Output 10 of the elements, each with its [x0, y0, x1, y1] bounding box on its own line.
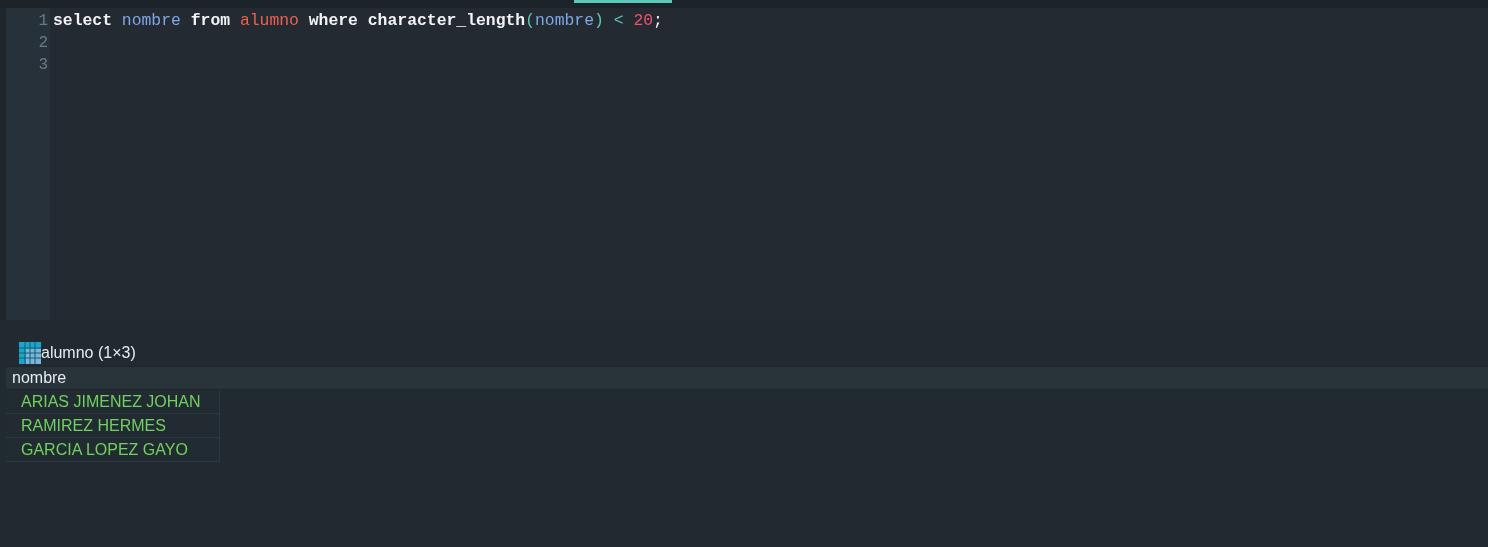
table-cell: RAMIREZ HERMES: [6, 414, 220, 438]
table-icon: [19, 342, 41, 364]
line-number: 3: [37, 55, 49, 76]
line-number: 1: [37, 11, 49, 32]
table-cell: ARIAS JIMENEZ JOHAN: [6, 390, 220, 414]
result-title: alumno (1×3): [41, 343, 136, 363]
code-line: select nombre from alumno where character_length(nombre) < 20;: [53, 10, 663, 32]
column-header[interactable]: nombre: [6, 366, 67, 390]
table-cell: GARCIA LOPEZ GAYO: [6, 438, 220, 462]
line-number: 2: [37, 33, 49, 54]
